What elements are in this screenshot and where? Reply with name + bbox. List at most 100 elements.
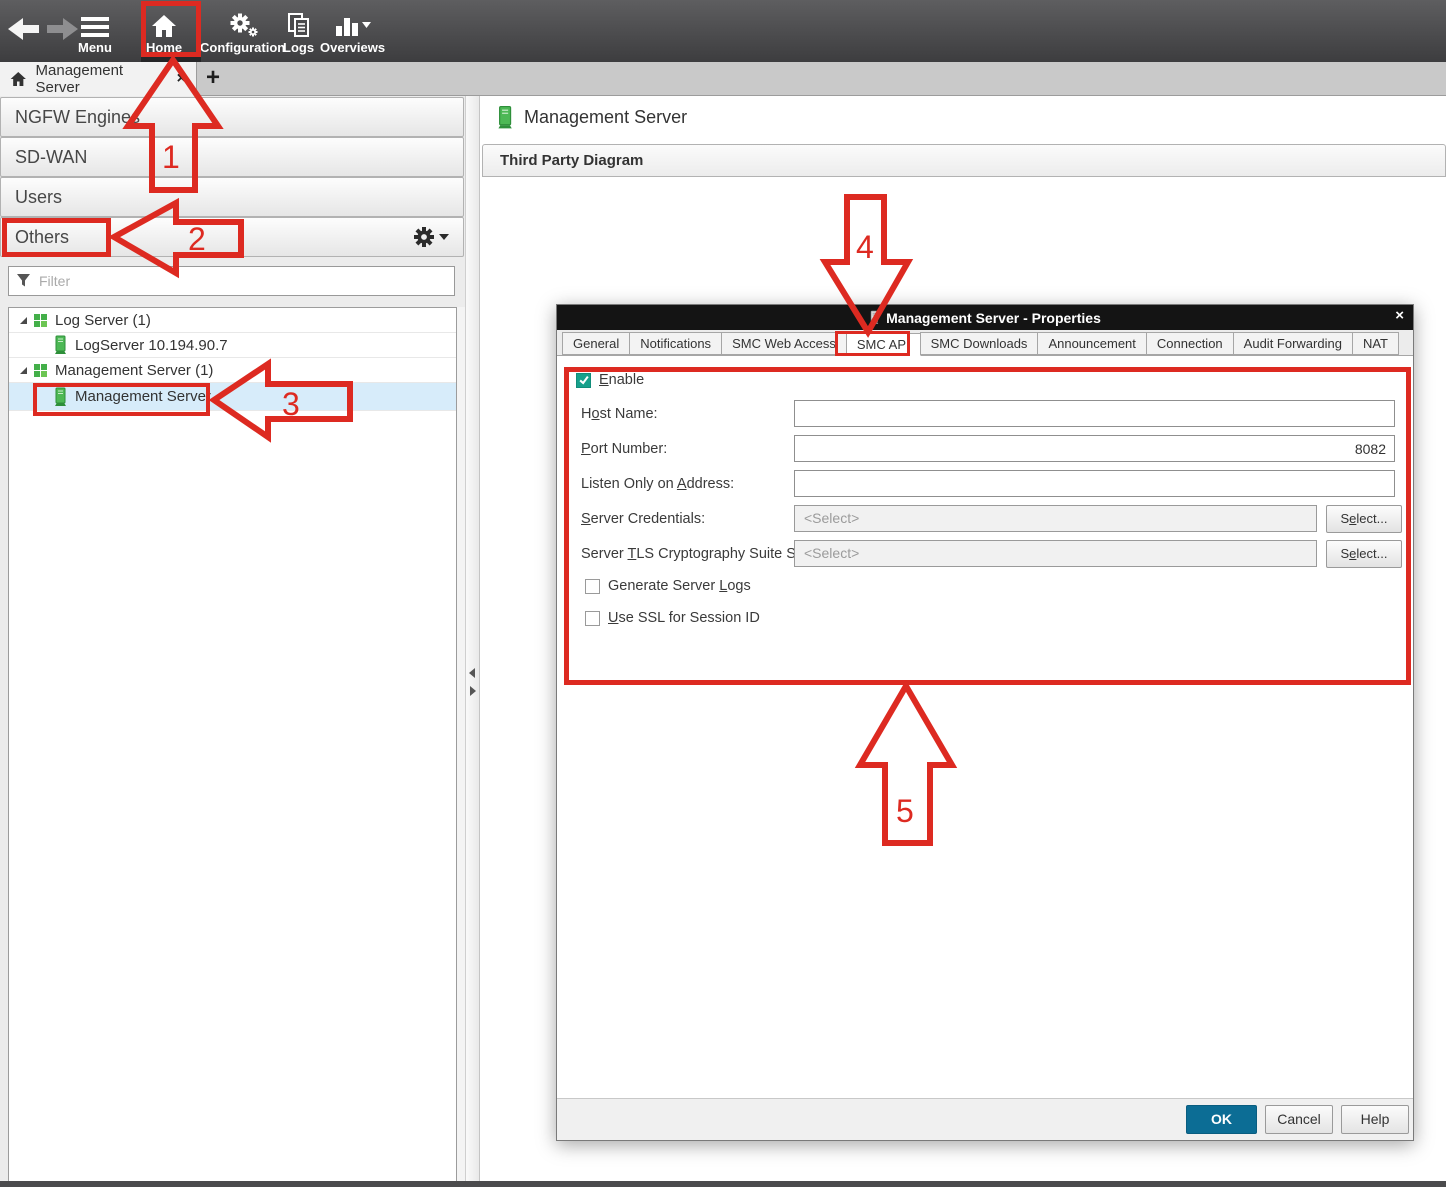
help-button[interactable]: Help: [1341, 1105, 1409, 1134]
dialog-titlebar[interactable]: Management Server - Properties ×: [557, 305, 1413, 330]
enable-label: Enable: [599, 372, 644, 388]
cancel-button[interactable]: Cancel: [1265, 1105, 1333, 1134]
filter-funnel-icon: [16, 273, 31, 288]
configuration-button[interactable]: Configuration: [200, 0, 285, 62]
group-grid-icon: [34, 314, 47, 327]
forward-arrow-icon[interactable]: [46, 17, 78, 41]
generate-logs-checkbox-row: Generate Server Logs: [585, 578, 751, 594]
sidebar-item-label: NGFW Engines: [15, 107, 140, 128]
page-title: Management Server: [496, 105, 687, 130]
properties-dialog: Management Server - Properties × General…: [556, 304, 1414, 1141]
enable-checkbox[interactable]: [576, 373, 591, 388]
configuration-label: Configuration: [200, 40, 285, 55]
menu-button[interactable]: Menu: [78, 0, 112, 62]
server-credentials-select-button[interactable]: Select...: [1326, 505, 1402, 533]
sidebar-item-others[interactable]: Others: [0, 217, 464, 257]
menu-label: Menu: [78, 40, 112, 55]
listen-only-input[interactable]: [794, 470, 1395, 497]
use-ssl-checkbox[interactable]: [585, 611, 600, 626]
dialog-tabbar: General Notifications SMC Web Access SMC…: [557, 330, 1413, 356]
chevron-down-icon: [439, 234, 449, 240]
dialog-body: Enable Host Name: Port Number: Listen On…: [557, 356, 1413, 1100]
collapse-right-icon[interactable]: [470, 686, 476, 696]
tab-close-icon[interactable]: ×: [177, 70, 186, 88]
others-tools-button[interactable]: [412, 225, 449, 249]
expand-caret-icon[interactable]: [19, 366, 28, 375]
tab-general[interactable]: General: [562, 332, 630, 355]
ok-button[interactable]: OK: [1186, 1105, 1257, 1134]
home-button[interactable]: Home: [146, 0, 182, 62]
server-tls-value[interactable]: <Select>: [794, 540, 1317, 567]
tab-smc-downloads[interactable]: SMC Downloads: [920, 332, 1039, 355]
dialog-footer: OK Cancel Help: [557, 1098, 1413, 1140]
tree-item-label: Log Server (1): [55, 312, 151, 329]
server-icon: [869, 309, 879, 326]
sidebar: NGFW Engines SD-WAN Users Others: [0, 96, 465, 1187]
use-ssl-checkbox-row: Use SSL for Session ID: [585, 610, 760, 626]
tab-management-server[interactable]: Management Server ×: [0, 62, 197, 96]
tree-item-label: Management Server: [75, 388, 211, 405]
panel-splitter[interactable]: [465, 96, 480, 1187]
logs-icon: [287, 12, 311, 38]
port-number-label: Port Number:: [581, 435, 667, 463]
logs-button[interactable]: Logs: [283, 0, 314, 62]
tab-notifications[interactable]: Notifications: [629, 332, 722, 355]
new-tab-button[interactable]: +: [197, 62, 229, 96]
tree-item-label: Management Server (1): [55, 362, 213, 379]
server-icon: [53, 387, 67, 407]
generate-logs-label: Generate Server Logs: [608, 578, 751, 594]
port-number-input[interactable]: [794, 435, 1395, 462]
panel-header-label: Third Party Diagram: [500, 152, 643, 169]
window-bottom-edge: [0, 1181, 1446, 1187]
tab-audit-forwarding[interactable]: Audit Forwarding: [1233, 332, 1353, 355]
server-icon: [53, 335, 67, 355]
sidebar-item-ngfw-engines[interactable]: NGFW Engines: [0, 97, 464, 137]
third-party-diagram-header[interactable]: Third Party Diagram: [482, 144, 1446, 177]
tab-nat[interactable]: NAT: [1352, 332, 1399, 355]
logs-label: Logs: [283, 40, 314, 55]
generate-logs-checkbox[interactable]: [585, 579, 600, 594]
filter-field-wrap: [8, 266, 455, 296]
server-tls-select-button[interactable]: Select...: [1326, 540, 1402, 568]
listen-only-label: Listen Only on Address:: [581, 470, 734, 498]
sidebar-item-users[interactable]: Users: [0, 177, 464, 217]
tab-connection[interactable]: Connection: [1146, 332, 1234, 355]
home-icon: [151, 12, 177, 38]
menu-icon: [81, 12, 109, 38]
document-tabbar: Management Server × +: [0, 62, 1446, 96]
tab-label: Management Server: [36, 62, 168, 96]
back-arrow-icon[interactable]: [8, 17, 40, 41]
tree-row-management-server[interactable]: Management Server: [9, 383, 456, 411]
tab-home-icon: [10, 71, 27, 87]
host-name-label: Host Name:: [581, 400, 658, 428]
overviews-icon: [334, 12, 372, 38]
sidebar-item-label: Others: [15, 227, 69, 248]
dialog-close-icon[interactable]: ×: [1395, 307, 1404, 324]
tab-announcement[interactable]: Announcement: [1037, 332, 1146, 355]
host-name-input[interactable]: [794, 400, 1395, 427]
filter-input[interactable]: [8, 266, 455, 296]
tree-row-logserver[interactable]: LogServer 10.194.90.7: [9, 333, 456, 358]
server-credentials-label: Server Credentials:: [581, 505, 705, 533]
sidebar-item-sd-wan[interactable]: SD-WAN: [0, 137, 464, 177]
home-label: Home: [146, 40, 182, 55]
home-active-indicator: [141, 56, 201, 62]
use-ssl-label: Use SSL for Session ID: [608, 610, 760, 626]
top-toolbar: Menu Home: [0, 0, 1446, 62]
expand-caret-icon[interactable]: [19, 316, 28, 325]
tree-scrollbar[interactable]: [457, 307, 465, 1183]
sidebar-item-label: SD-WAN: [15, 147, 87, 168]
tab-smc-web-access[interactable]: SMC Web Access: [721, 332, 847, 355]
server-credentials-value[interactable]: <Select>: [794, 505, 1317, 532]
check-icon: [578, 374, 590, 386]
tab-smc-api[interactable]: SMC API: [846, 333, 921, 356]
tree-row-management-server-group[interactable]: Management Server (1): [9, 358, 456, 383]
overviews-button[interactable]: Overviews: [320, 0, 385, 62]
server-icon: [496, 105, 513, 130]
sidebar-item-label: Users: [15, 187, 62, 208]
tree-item-label: LogServer 10.194.90.7: [75, 337, 228, 354]
tree-row-log-server-group[interactable]: Log Server (1): [9, 308, 456, 333]
gear-icon: [412, 225, 436, 249]
overviews-label: Overviews: [320, 40, 385, 55]
collapse-left-icon[interactable]: [469, 668, 475, 678]
